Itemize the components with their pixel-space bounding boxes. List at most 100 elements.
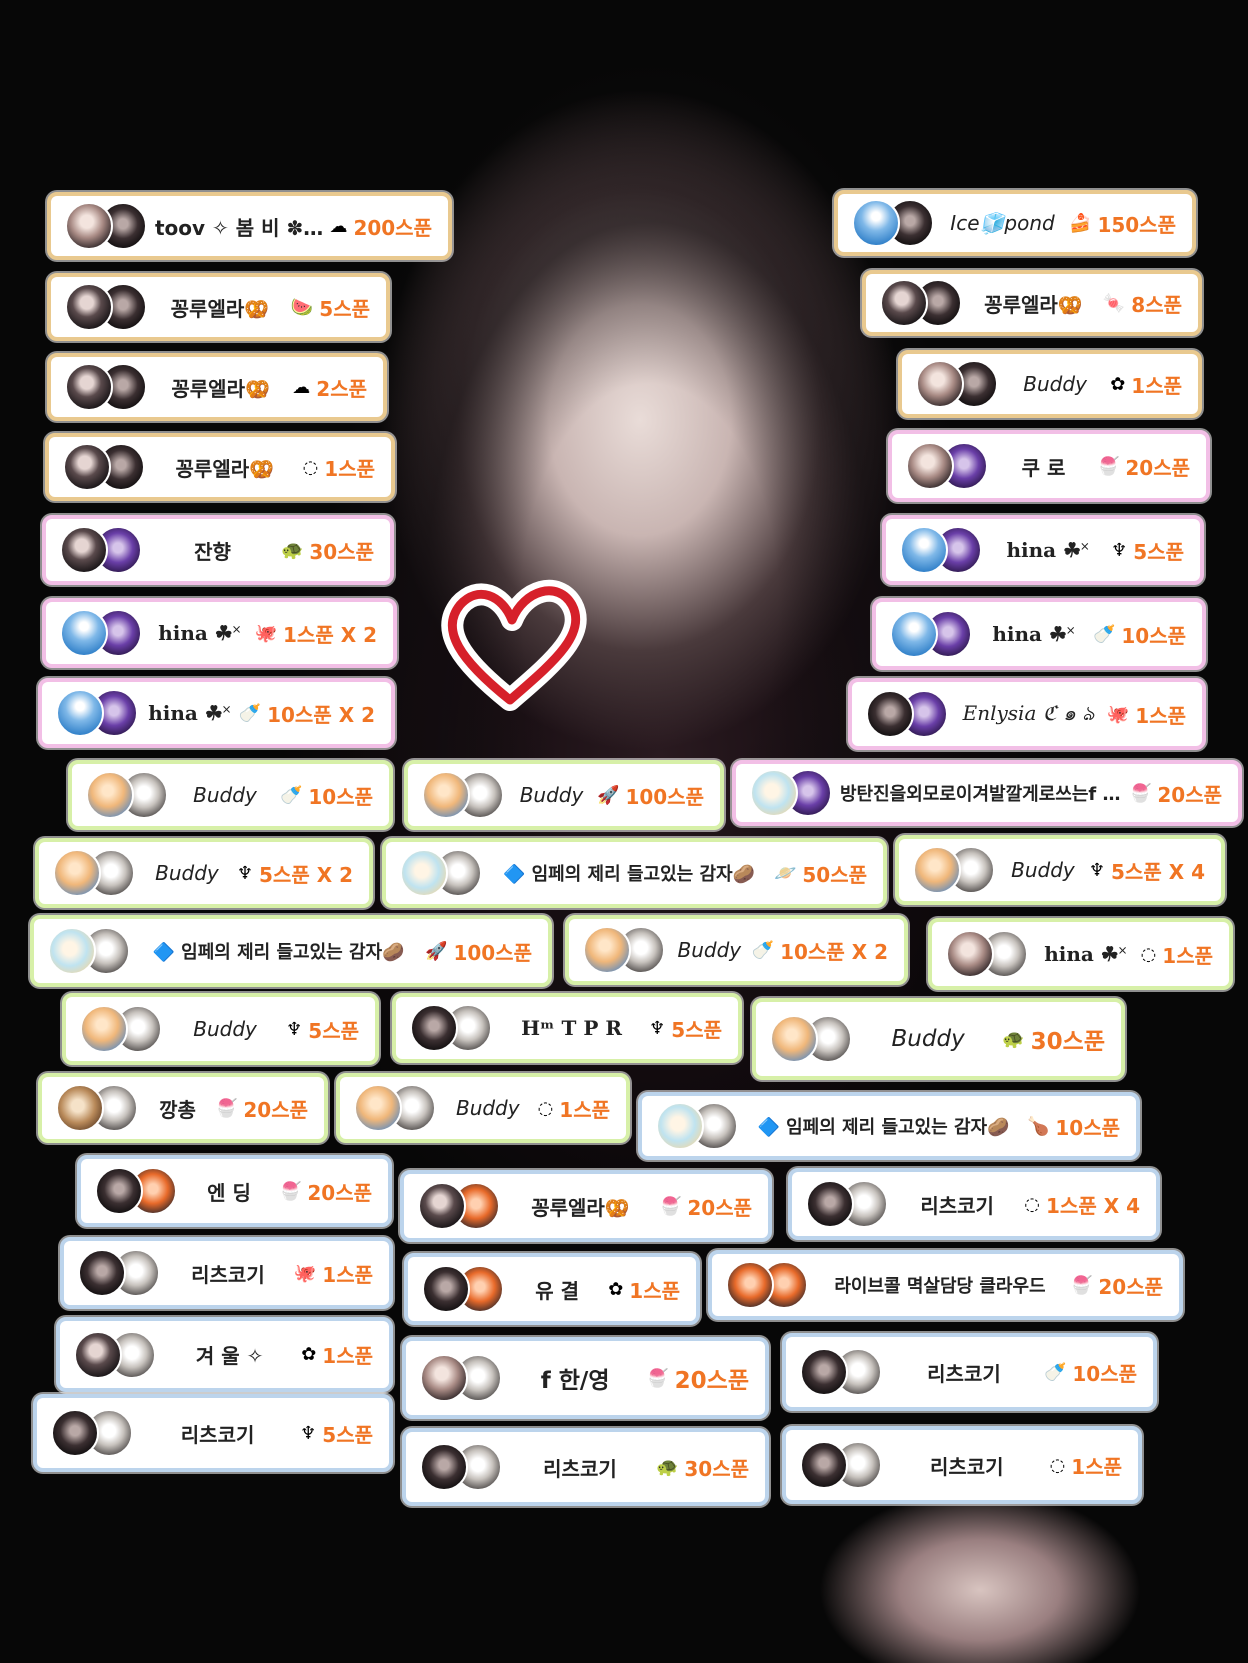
donation-badge: hina ☘˟ 🍼 10스푼 X 2	[38, 678, 395, 748]
spoon-amount: 1스푼	[559, 1097, 610, 1122]
donor-avatars	[60, 609, 144, 657]
spoon-amount: 5스푼	[671, 1017, 722, 1042]
donation-badge: 깡총 🍧 20스푼	[38, 1073, 328, 1143]
gift-rocket-icon: 🚀	[597, 784, 620, 806]
donor-avatars	[900, 526, 984, 574]
donation-badge: 리츠코기 🐙 1스푼	[60, 1237, 393, 1309]
donor-name: hina ☘˟	[158, 620, 241, 645]
spoon-amount: 30스푼	[1030, 1029, 1105, 1055]
spoon-amount: 1스푼	[1162, 943, 1213, 968]
donor-name: 방탄진을외모로이겨발깔게로쓰는f ...	[840, 784, 1124, 805]
spoon-amount: 5스푼 X 4	[1111, 859, 1205, 884]
donor-avatars	[53, 849, 137, 897]
donor-name: Buddy	[891, 1026, 965, 1052]
spoon-amount: 5스푼	[322, 1422, 373, 1447]
donor-avatars	[86, 771, 170, 819]
spoon-amount: 50스푼	[802, 862, 867, 887]
spoon-amount: 200스푼	[353, 215, 432, 240]
donor-name: 리츠코기	[180, 1422, 255, 1447]
donor-name: hina ☘˟	[1044, 941, 1127, 966]
gift-seahorse-icon: ♆	[1111, 539, 1128, 561]
gift-cloud-icon: ☁	[292, 376, 311, 398]
spoon-amount: 20스푼	[674, 1368, 749, 1394]
avatar	[906, 442, 954, 490]
spoon-amount: 1스푼	[324, 456, 375, 481]
avatar	[900, 526, 948, 574]
donation-badge: 엔 딩 🍧 20스푼	[77, 1155, 392, 1227]
spoon-amount: 1스푼	[1135, 703, 1186, 728]
donor-avatars	[890, 610, 974, 658]
avatar	[916, 360, 964, 408]
donor-avatars	[656, 1102, 740, 1150]
donor-avatars	[65, 202, 149, 250]
spoon-amount: 20스푼	[1125, 455, 1190, 480]
donor-name: 🔷 임페의 제리 들고있는 감자🥔	[502, 864, 755, 885]
gift-bottle-icon: 🍼	[279, 784, 303, 806]
donation-badge: 꽁루엘라🥨 ☁ 2스푼	[47, 353, 387, 421]
donation-badge: 라이브콜 멱살담당 클라우드 🍧 20스푼	[708, 1250, 1183, 1320]
spoon-amount: 5스푼	[308, 1018, 359, 1043]
spoon-amount: 5스푼 X 2	[259, 862, 353, 887]
spoon-amount: 5스푼	[1133, 539, 1184, 564]
donor-avatars	[65, 283, 149, 331]
donation-badge: 꽁루엘라🥨 🍬 8스푼	[862, 270, 1202, 336]
avatar	[74, 1330, 122, 1379]
donation-badge: hina ☘˟ 🍼 10스푼	[872, 598, 1206, 670]
background-hand	[820, 1480, 1140, 1663]
avatar	[800, 1348, 848, 1396]
avatar	[726, 1261, 774, 1309]
donor-avatars	[56, 689, 140, 737]
spoon-amount: 10스푼 X 2	[780, 939, 888, 964]
donor-avatars	[418, 1182, 502, 1230]
gift-seahorse-icon: ♆	[300, 1422, 317, 1444]
donation-badge: Hᵐ T P R ♆ 5스푼	[392, 993, 742, 1063]
gift-shaved-ice-icon: 🍧	[1069, 1274, 1093, 1296]
donation-badge: 쿠 로 🍧 20스푼	[888, 430, 1210, 502]
gift-bowl-icon: ◌	[537, 1097, 554, 1119]
avatar	[946, 930, 994, 978]
gift-drumstick-icon: 🍗	[1026, 1115, 1050, 1137]
donor-avatars	[583, 926, 667, 974]
gift-bottle-icon: 🍼	[1043, 1361, 1067, 1383]
avatar	[56, 1084, 104, 1132]
donation-badge: 유 결 ✿ 1스푼	[404, 1253, 700, 1325]
avatar	[410, 1004, 458, 1052]
donor-name: Buddy	[677, 938, 742, 962]
spoon-amount: 20스푼	[1157, 782, 1222, 807]
donor-avatars	[906, 442, 990, 490]
donor-name: 꽁루엘라🥨	[531, 1195, 630, 1220]
donation-badge: Enlysia ℭ ๑ ঌ 🐙 1스푼	[848, 678, 1206, 750]
donation-badge: hina ☘˟ ◌ 1스푼	[928, 918, 1233, 990]
avatar	[48, 927, 96, 975]
gift-octopus-icon: 🐙	[293, 1262, 317, 1284]
avatar	[56, 689, 104, 737]
donation-badge: 리츠코기 ◌ 1스푼	[782, 1426, 1142, 1504]
donor-avatars	[800, 1441, 884, 1489]
donor-avatars	[74, 1330, 158, 1379]
gift-watermelon-icon: 🍉	[290, 296, 314, 318]
donor-name: 쿠 로	[1021, 455, 1066, 480]
donor-name: Buddy	[155, 861, 219, 885]
donation-badge: hina ☘˟ ♆ 5스푼	[882, 515, 1204, 585]
avatar	[770, 1015, 818, 1063]
donor-name: f 한/영	[540, 1368, 610, 1394]
gift-cloud-icon: ☁	[329, 215, 348, 237]
donation-badge: Buddy 🚀 100스푼	[404, 760, 724, 830]
donor-name: 꽁루엘라🥨	[175, 456, 275, 481]
spoon-amount: 20스푼	[1098, 1274, 1163, 1299]
spoon-amount: 30스푼	[684, 1456, 749, 1481]
donation-badge: 꽁루엘라🥨 🍉 5스푼	[47, 273, 390, 341]
gift-turtle-icon: 🐢	[655, 1456, 679, 1478]
spoon-amount: 10스푼	[1055, 1115, 1120, 1140]
gift-seahorse-icon: ♆	[1088, 859, 1106, 881]
avatar	[51, 1409, 99, 1457]
donation-badge: 겨 울 ✧ ✿ 1스푼	[56, 1317, 393, 1392]
donor-avatars	[420, 1354, 504, 1402]
avatar	[880, 279, 928, 327]
donation-badge: Buddy 🍼 10스푼 X 2	[565, 915, 908, 985]
donor-avatars	[63, 443, 147, 491]
donor-avatars	[80, 1005, 164, 1053]
gift-flower-icon: ✿	[301, 1344, 317, 1365]
donor-avatars	[410, 1004, 494, 1052]
gift-bowl-icon: ◌	[1140, 943, 1157, 965]
